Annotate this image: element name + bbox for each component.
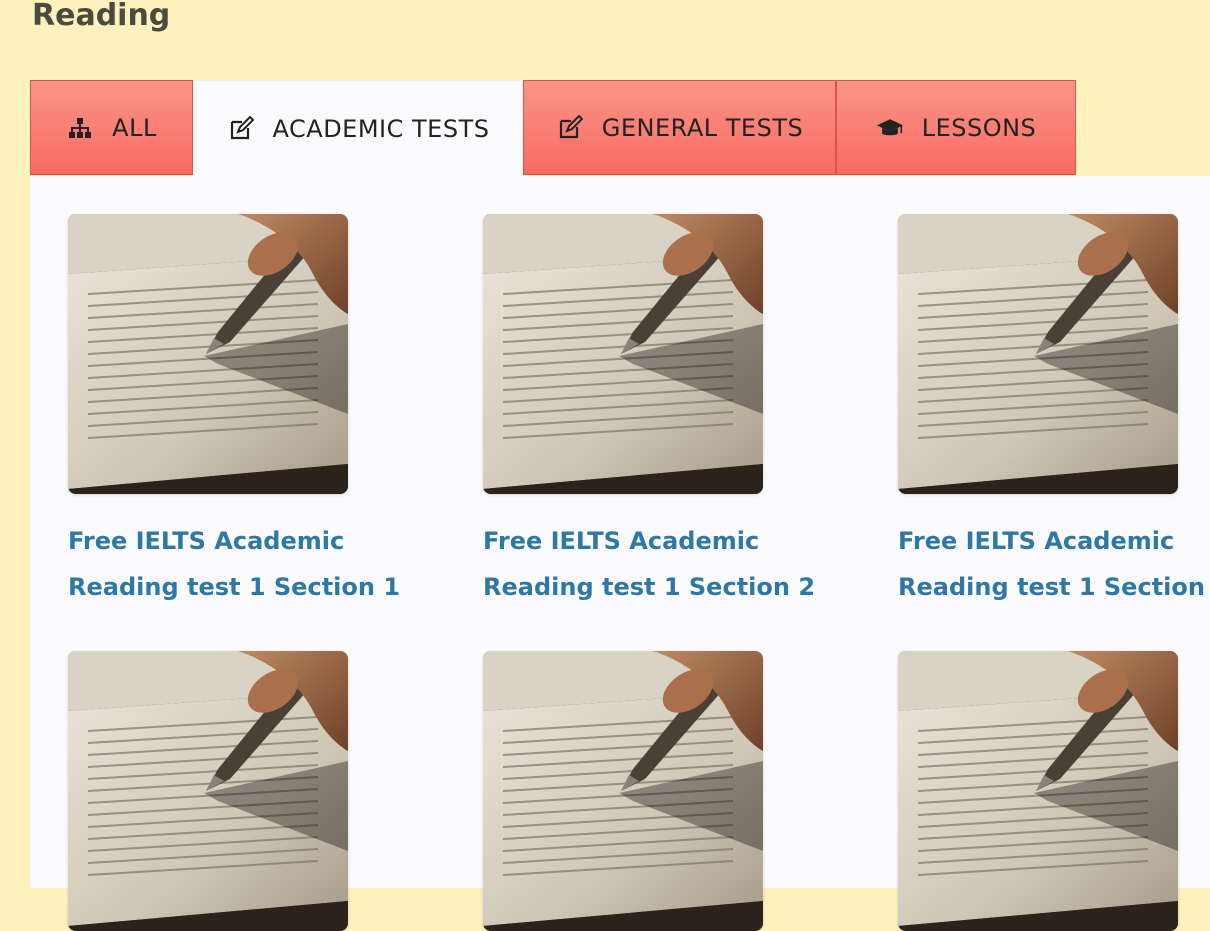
card-title-link[interactable]: Free IELTS Academic Reading test 1 Secti… [898, 518, 1210, 610]
tab-academic-tests[interactable]: ACADEMIC TESTS [193, 80, 523, 177]
pen-writing-on-book-image[interactable] [483, 651, 763, 931]
tab-bar: ALL ACADEMIC TESTS GENERAL TESTS LESSONS [30, 80, 1076, 177]
edit-icon [227, 115, 255, 143]
card-title-line1: Free IELTS Academic [68, 527, 345, 555]
tab-lessons[interactable]: LESSONS [836, 80, 1076, 175]
card-title-link[interactable]: Free IELTS Academic Reading test 1 Secti… [68, 518, 401, 610]
card-test-1-section-3: Free IELTS Academic Reading test 1 Secti… [898, 214, 1210, 610]
card-title-line1: Free IELTS Academic [898, 527, 1175, 555]
card-title-line1: Free IELTS Academic [483, 527, 760, 555]
graduation-cap-icon [876, 114, 904, 142]
pen-writing-on-book-image[interactable] [68, 651, 348, 931]
sitemap-icon [66, 114, 94, 142]
card-title-line2: Reading test 1 Section 1 [68, 573, 401, 601]
pen-writing-on-book-image[interactable] [898, 214, 1178, 494]
card-title-link[interactable]: Free IELTS Academic Reading test 1 Secti… [483, 518, 816, 610]
pen-writing-on-book-image[interactable] [68, 214, 348, 494]
content-panel: Free IELTS Academic Reading test 1 Secti… [30, 176, 1210, 931]
card-row2-2 [483, 651, 813, 931]
card-title-line2: Reading test 1 Section 2 [483, 573, 816, 601]
pen-writing-on-book-image[interactable] [898, 651, 1178, 931]
card-row2-3 [898, 651, 1210, 931]
card-row2-1 [68, 651, 398, 931]
tab-academic-tests-label: ACADEMIC TESTS [272, 115, 490, 143]
edit-icon [556, 114, 584, 142]
tab-lessons-label: LESSONS [921, 113, 1037, 142]
tab-all-label: ALL [112, 113, 157, 142]
card-test-1-section-1: Free IELTS Academic Reading test 1 Secti… [68, 214, 401, 610]
pen-writing-on-book-image[interactable] [483, 214, 763, 494]
card-title-line2: Reading test 1 Section 3 [898, 573, 1210, 601]
card-test-1-section-2: Free IELTS Academic Reading test 1 Secti… [483, 214, 816, 610]
tab-general-tests[interactable]: GENERAL TESTS [523, 80, 836, 175]
tab-all[interactable]: ALL [30, 80, 193, 175]
page-title: Reading [32, 0, 171, 33]
tab-general-tests-label: GENERAL TESTS [601, 113, 804, 142]
